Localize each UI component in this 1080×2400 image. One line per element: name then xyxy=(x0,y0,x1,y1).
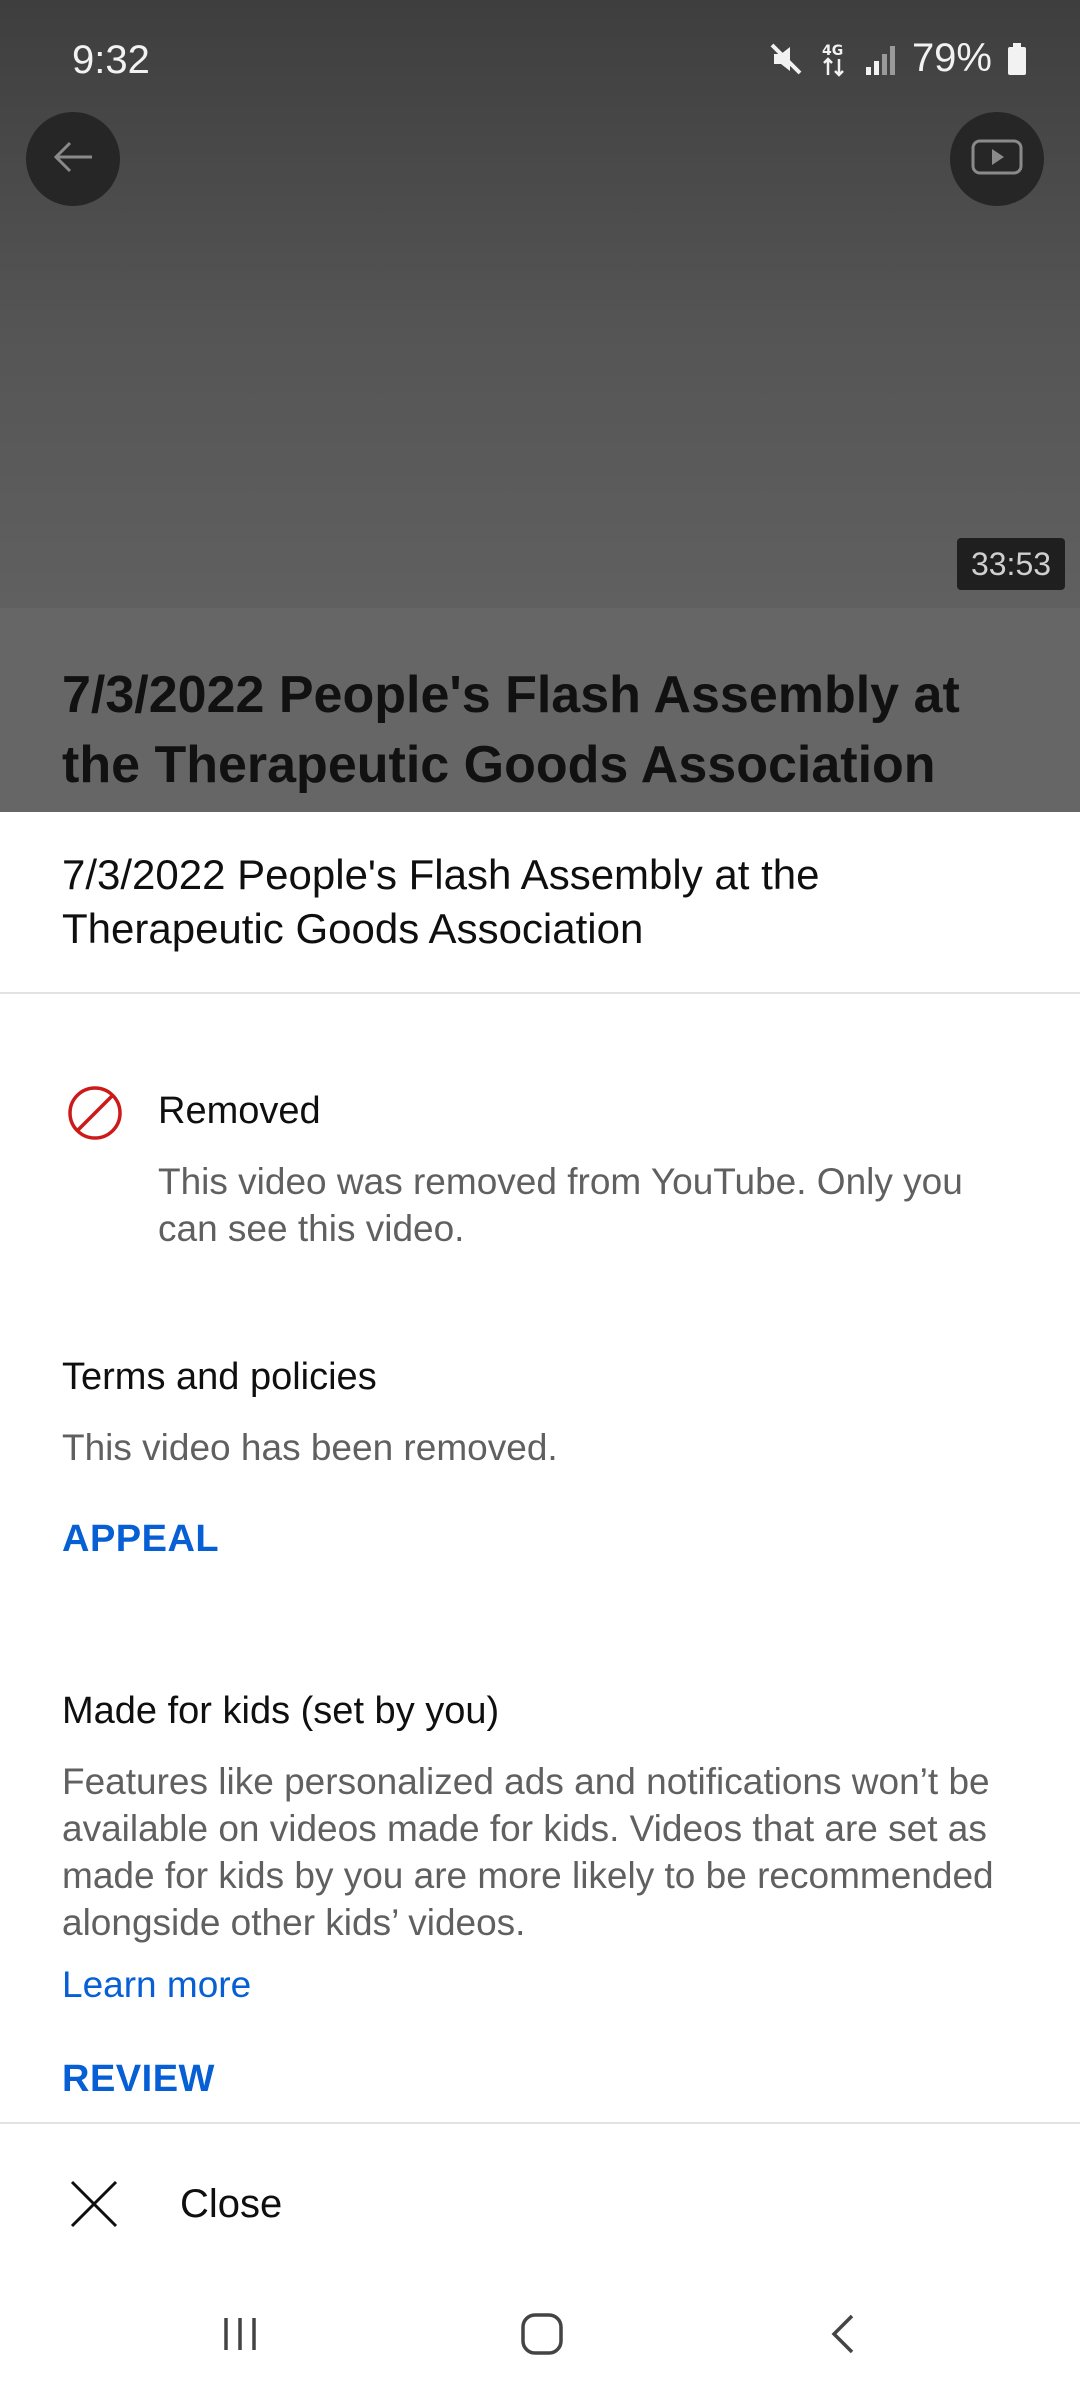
close-icon xyxy=(68,2178,120,2230)
battery-percentage: 79% xyxy=(911,36,992,80)
appeal-button[interactable]: APPEAL xyxy=(62,1518,219,1561)
close-label: Close xyxy=(180,2182,283,2226)
sheet-divider xyxy=(0,992,1080,994)
svg-text:4G: 4G xyxy=(822,43,843,59)
status-time: 9:32 xyxy=(72,38,150,82)
terms-heading: Terms and policies xyxy=(62,1356,377,1398)
recent-apps-button[interactable] xyxy=(180,2296,300,2376)
removed-status-label: Removed xyxy=(158,1090,321,1132)
learn-more-link[interactable]: Learn more xyxy=(62,1964,251,2006)
status-icons: 4G 79% xyxy=(766,36,1028,81)
review-button[interactable]: REVIEW xyxy=(62,2058,215,2101)
removed-status-description: This video was removed from YouTube. Onl… xyxy=(158,1161,963,1249)
status-bar: 9:32 4G 79% xyxy=(0,0,1080,120)
home-button[interactable] xyxy=(482,2296,602,2376)
battery-icon xyxy=(1006,39,1028,79)
made-for-kids-text: Features like personalized ads and notif… xyxy=(62,1761,994,1943)
made-for-kids-heading: Made for kids (set by you) xyxy=(62,1690,500,1732)
prohibited-icon xyxy=(66,1084,124,1142)
mute-icon xyxy=(766,39,806,79)
video-duration-badge: 33:53 xyxy=(957,538,1065,590)
system-back-button[interactable] xyxy=(784,2296,904,2376)
terms-text: This video has been removed. xyxy=(62,1427,558,1468)
video-page-background: 9:32 4G 79% 33:53 7/3/2022 People's Flas… xyxy=(0,0,1080,812)
watch-on-youtube-button[interactable] xyxy=(950,112,1044,206)
video-status-sheet: 7/3/2022 People's Flash Assembly at the … xyxy=(0,812,1080,2400)
recent-apps-icon xyxy=(218,2312,262,2361)
video-title: 7/3/2022 People's Flash Assembly at the … xyxy=(62,666,960,794)
signal-icon xyxy=(864,39,898,79)
back-button[interactable] xyxy=(26,112,120,206)
youtube-play-icon xyxy=(969,135,1025,184)
arrow-left-icon xyxy=(48,132,98,187)
sheet-title: 7/3/2022 People's Flash Assembly at the … xyxy=(62,851,820,952)
home-icon xyxy=(518,2310,566,2363)
network-4g-icon: 4G xyxy=(820,39,850,79)
navigation-bar xyxy=(0,2268,1080,2400)
chevron-left-icon xyxy=(824,2310,864,2363)
